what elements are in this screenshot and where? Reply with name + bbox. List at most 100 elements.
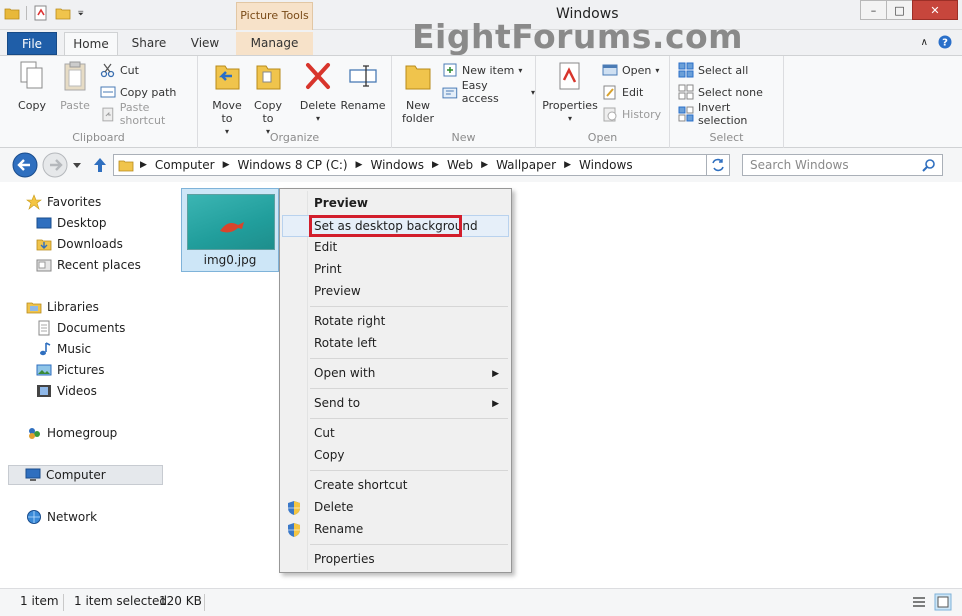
menu-item-properties[interactable]: Properties: [314, 549, 375, 569]
properties-icon[interactable]: [33, 5, 49, 21]
search-icon[interactable]: [922, 158, 936, 172]
menu-separator: [310, 388, 508, 389]
select-all-button[interactable]: Select all: [678, 61, 748, 79]
menu-item-copy[interactable]: Copy: [314, 445, 344, 465]
breadcrumb-web[interactable]: Web: [447, 158, 473, 172]
help-icon[interactable]: ?: [938, 35, 952, 49]
nav-desktop[interactable]: Desktop: [36, 213, 107, 233]
svg-text:?: ?: [942, 38, 948, 49]
properties-button[interactable]: Properties ▾: [542, 60, 598, 125]
ribbon-controls: ∧ ?: [921, 35, 952, 49]
easy-access-button[interactable]: Easy access ▾: [442, 79, 535, 105]
menu-item-rename[interactable]: Rename: [314, 519, 363, 539]
nav-videos[interactable]: Videos: [36, 381, 97, 401]
breadcrumb-computer[interactable]: Computer: [155, 158, 215, 172]
menu-item-create-shortcut[interactable]: Create shortcut: [314, 475, 407, 495]
breadcrumb-wallpaper[interactable]: Wallpaper: [496, 158, 556, 172]
customize-qat-icon[interactable]: [77, 5, 87, 21]
move-to-button[interactable]: Move to ▾: [208, 60, 246, 138]
network-icon: [27, 510, 41, 524]
copy-button[interactable]: Copy: [12, 60, 52, 112]
picture-tools-tab-group: Picture Tools: [236, 2, 313, 30]
breadcrumb-windows[interactable]: Windows: [370, 158, 424, 172]
status-separator: [63, 594, 64, 611]
nav-music-label: Music: [57, 342, 92, 356]
nav-music[interactable]: Music: [36, 339, 91, 359]
forward-arrow-icon[interactable]: [42, 152, 68, 178]
recent-locations-icon[interactable]: [72, 160, 82, 170]
invert-selection-label: Invert selection: [697, 101, 748, 127]
nav-favorites[interactable]: Favorites: [26, 192, 101, 212]
select-group: Select all Select none Invert selection …: [670, 56, 784, 148]
address-bar[interactable]: ▶ Computer ▶ Windows 8 CP (C:) ▶ Windows ▶ …: [113, 154, 729, 176]
up-arrow-icon[interactable]: [92, 156, 108, 174]
easy-access-icon: [442, 87, 458, 99]
minimize-button[interactable]: –: [860, 0, 887, 20]
nav-network[interactable]: Network: [26, 507, 97, 527]
details-view-icon[interactable]: [911, 594, 927, 610]
open-button[interactable]: Open ▾: [602, 61, 659, 79]
cut-button[interactable]: Cut: [100, 61, 139, 79]
menu-item-rotate-left[interactable]: Rotate left: [314, 333, 377, 353]
organize-group: Move to ▾ Copy to ▾ Delete ▾ Rename Orga…: [198, 56, 392, 148]
nav-downloads-label: Downloads: [57, 237, 123, 251]
menu-item-send-to[interactable]: Send to: [314, 393, 360, 413]
search-input[interactable]: Search Windows: [742, 154, 943, 176]
delete-button[interactable]: Delete ▾: [298, 60, 338, 125]
maximize-button[interactable]: □: [886, 0, 913, 20]
minimize-ribbon-icon[interactable]: ∧: [921, 37, 928, 48]
refresh-icon: [712, 158, 724, 172]
tab-view[interactable]: View: [182, 32, 228, 55]
file-item[interactable]: img0.jpg: [181, 188, 279, 272]
nav-documents[interactable]: Documents: [36, 318, 125, 338]
paste-button[interactable]: Paste: [56, 60, 94, 112]
copy-to-button[interactable]: Copy to ▾: [250, 60, 286, 138]
delete-label: Delete: [299, 99, 337, 112]
select-none-button[interactable]: Select none: [678, 83, 763, 101]
refresh-button[interactable]: [706, 154, 730, 176]
tab-file[interactable]: File: [7, 32, 57, 55]
nav-libraries[interactable]: Libraries: [26, 297, 99, 317]
close-button[interactable]: ✕: [912, 0, 958, 20]
breadcrumb-drive[interactable]: Windows 8 CP (C:): [238, 158, 348, 172]
quick-access-toolbar: [4, 5, 87, 21]
menu-item-open-with[interactable]: Open with: [314, 363, 375, 383]
nav-homegroup[interactable]: Homegroup: [26, 423, 117, 443]
paste-shortcut-label: Paste shortcut: [119, 101, 166, 127]
menu-item-print[interactable]: Print: [314, 259, 342, 279]
tab-manage[interactable]: Manage: [236, 32, 313, 55]
open-group-label: Open: [587, 131, 618, 144]
paste-label: Paste: [60, 99, 90, 112]
nav-downloads[interactable]: Downloads: [36, 234, 123, 254]
status-bar: 1 item 1 item selected 120 KB: [0, 588, 962, 616]
new-folder-button[interactable]: New folder: [400, 60, 436, 125]
history-label: History: [622, 107, 662, 121]
copy-path-button[interactable]: Copy path: [100, 83, 176, 101]
nav-pictures[interactable]: Pictures: [36, 360, 105, 380]
rename-button[interactable]: Rename: [340, 60, 386, 112]
new-folder-icon[interactable]: [55, 5, 71, 21]
back-arrow-icon[interactable]: [12, 152, 38, 178]
history-button[interactable]: History: [602, 105, 661, 123]
status-size: 120 KB: [159, 594, 202, 608]
large-icons-view-icon[interactable]: [934, 593, 952, 611]
breadcrumb-windows-folder[interactable]: Windows: [579, 158, 633, 172]
nav-computer[interactable]: Computer: [8, 465, 163, 485]
new-group-label: New: [451, 131, 476, 144]
invert-selection-button[interactable]: Invert selection: [678, 101, 783, 127]
folder-icon[interactable]: [4, 5, 20, 21]
rename-label: Rename: [340, 99, 386, 112]
menu-item-edit[interactable]: Edit: [314, 237, 337, 257]
nav-computer-label: Computer: [46, 468, 106, 482]
edit-button[interactable]: Edit: [602, 83, 643, 101]
tab-home[interactable]: Home: [64, 32, 118, 56]
menu-item-cut[interactable]: Cut: [314, 423, 335, 443]
menu-item-preview-default[interactable]: Preview: [314, 193, 368, 213]
new-item-button[interactable]: New item ▾: [442, 61, 522, 79]
menu-item-preview[interactable]: Preview: [314, 281, 361, 301]
tab-share[interactable]: Share: [124, 32, 174, 55]
nav-recent-places[interactable]: Recent places: [36, 255, 141, 275]
menu-item-rotate-right[interactable]: Rotate right: [314, 311, 385, 331]
paste-shortcut-button[interactable]: Paste shortcut: [100, 101, 197, 127]
menu-item-delete[interactable]: Delete: [314, 497, 353, 517]
